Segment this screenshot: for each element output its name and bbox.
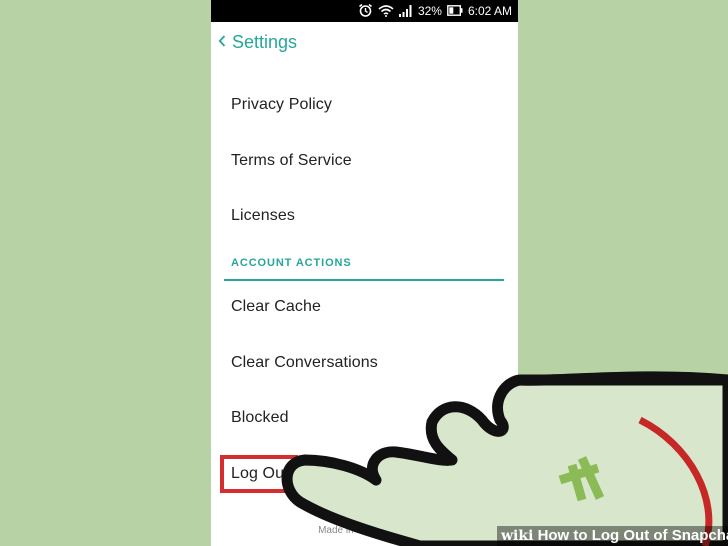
menu-item-terms-of-service[interactable]: Terms of Service <box>231 152 352 170</box>
chevron-left-icon[interactable] <box>218 35 226 47</box>
section-header-account-actions: ACCOUNT ACTIONS <box>231 257 352 269</box>
menu-item-clear-conversations[interactable]: Clear Conversations <box>231 354 378 372</box>
battery-icon <box>447 5 463 16</box>
menu-item-privacy-policy[interactable]: Privacy Policy <box>231 96 332 114</box>
menu-item-clear-cache[interactable]: Clear Cache <box>231 298 321 316</box>
caption-brand: wiki <box>501 528 534 544</box>
log-out-highlight <box>220 455 298 493</box>
status-bar: 32% 6:02 AM <box>211 0 518 22</box>
alarm-icon <box>358 3 372 17</box>
signal-icon <box>398 4 412 17</box>
menu-item-licenses[interactable]: Licenses <box>231 207 295 225</box>
menu-item-blocked[interactable]: Blocked <box>231 409 289 427</box>
wifi-icon <box>378 5 394 17</box>
nav-header: Settings <box>211 22 518 66</box>
caption-bar: wiki How to Log Out of Snapchat <box>497 526 728 546</box>
caption-text: How to Log Out of Snapchat <box>537 527 728 544</box>
battery-percent: 32% <box>417 3 442 18</box>
footer-made-in: Made in Los Angeles <box>318 525 411 536</box>
section-divider <box>224 279 504 281</box>
page-title[interactable]: Settings <box>232 32 297 53</box>
clock: 6:02 AM <box>467 3 512 18</box>
footer-version: Snapchat v9.42.0.0 <box>321 511 408 522</box>
phone-screen: 32% 6:02 AM Settings Privacy Policy Term… <box>211 0 518 546</box>
